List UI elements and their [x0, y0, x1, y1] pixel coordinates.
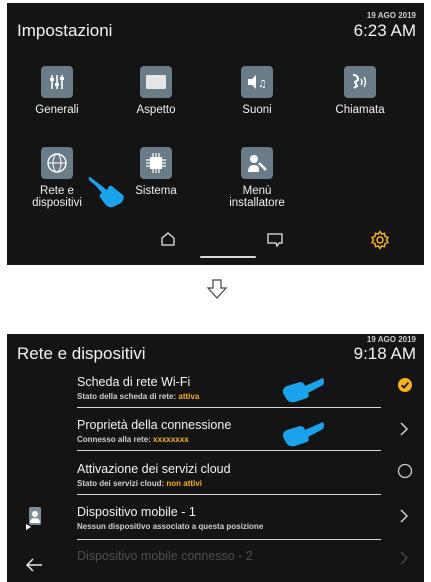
tile-label: Rete e dispositivi [32, 185, 82, 209]
list-item-mobile-device-2[interactable]: Dispositivo mobile connesso - 2 [77, 549, 381, 563]
page-title: Rete e dispositivi [17, 344, 146, 363]
pointer-hand-icon [279, 418, 325, 453]
chevron-right-icon[interactable] [397, 421, 411, 442]
item-subtitle: Connesso alla rete: xxxxxxxx [77, 435, 189, 444]
tile-label: Chiamata [335, 104, 385, 116]
tile-label: Aspetto [136, 104, 176, 116]
display-icon [140, 66, 172, 98]
pointer-hand-icon [279, 374, 325, 409]
item-title: Scheda di rete Wi-Fi [77, 375, 191, 389]
item-title: Dispositivo mobile connesso - 2 [77, 549, 253, 563]
item-title: Dispositivo mobile - 1 [77, 505, 196, 519]
list-item-mobile-device-1[interactable]: Dispositivo mobile - 1 Nessun dispositiv… [77, 505, 381, 540]
date-label: 19 AGO 2019 [366, 335, 416, 344]
time-label: 6:23 AM [353, 21, 416, 40]
check-icon[interactable] [397, 377, 413, 398]
chevron-right-icon[interactable] [397, 550, 411, 571]
sliders-icon [41, 66, 73, 98]
sound-icon: ♫ [241, 66, 273, 98]
back-arrow-icon[interactable] [24, 556, 44, 579]
item-title: Attivazione dei servizi cloud [77, 462, 231, 476]
chevron-right-icon[interactable] [397, 508, 411, 529]
settings-icon[interactable] [370, 230, 390, 255]
home-indicator-bar [200, 256, 256, 258]
tile-sistema[interactable]: Sistema [116, 147, 196, 197]
arrow-down-icon [206, 278, 228, 305]
settings-screen: Impostazioni 19 AGO 2019 6:23 AM General… [7, 3, 424, 265]
tile-menu-installatore[interactable]: Menù installatore [217, 147, 297, 209]
tile-aspetto[interactable]: Aspetto [116, 66, 196, 116]
tile-label: Suoni [242, 104, 272, 116]
tile-rete-e-dispositivi[interactable]: Rete e dispositivi [17, 147, 97, 209]
tile-label: Menù installatore [229, 185, 285, 209]
home-icon[interactable] [160, 231, 176, 252]
tile-generali[interactable]: Generali [17, 66, 97, 116]
message-icon[interactable] [266, 232, 284, 253]
item-subtitle: Nessun dispositivo associato a questa po… [77, 522, 264, 531]
list-item-cloud-services[interactable]: Attivazione dei servizi cloud Stato dei … [77, 462, 381, 495]
chip-icon [140, 147, 172, 179]
tile-label: Generali [35, 104, 79, 116]
time-label: 9:18 AM [353, 344, 416, 363]
network-devices-screen: Rete e dispositivi 19 AGO 2019 9:18 AM S… [7, 334, 424, 582]
installer-icon [241, 147, 273, 179]
date-label: 19 AGO 2019 [366, 11, 416, 20]
tile-suoni[interactable]: ♫ Suoni [217, 66, 297, 116]
mobile-device-icon [25, 506, 45, 535]
network-icon [41, 147, 73, 179]
item-subtitle: Stato della scheda di rete: attiva [77, 392, 200, 401]
radio-icon[interactable] [397, 463, 413, 484]
item-subtitle: Stato dei servizi cloud: non attivi [77, 479, 202, 488]
svg-text:♫: ♫ [258, 79, 267, 90]
item-title: Proprietà della connessione [77, 418, 232, 432]
list-item-wifi-card[interactable]: Scheda di rete Wi-Fi Stato della scheda … [77, 375, 381, 408]
tile-label: Sistema [135, 185, 177, 197]
tile-chiamata[interactable]: Chiamata [320, 66, 400, 116]
pointer-hand-icon [87, 173, 127, 214]
page-title: Impostazioni [17, 21, 113, 40]
call-icon [344, 66, 376, 98]
list-item-connection-properties[interactable]: Proprietà della connessione Connesso all… [77, 418, 381, 451]
